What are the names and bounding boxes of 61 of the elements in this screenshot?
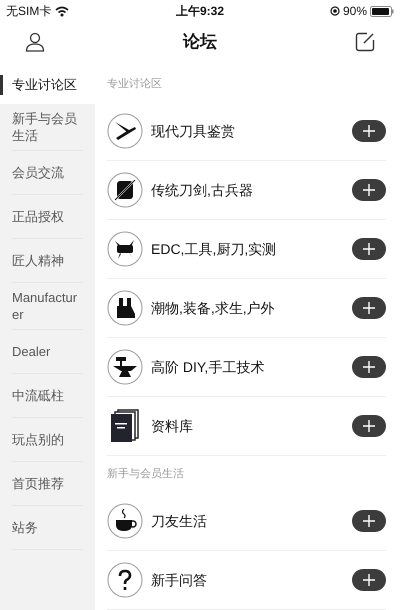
compose-icon — [355, 32, 375, 52]
forum-row[interactable]: 刀友生活 — [107, 492, 386, 551]
carrier-text: 无SIM卡 — [6, 3, 52, 20]
anvil-icon — [107, 349, 143, 385]
sidebar-item[interactable]: Dealer — [12, 330, 83, 374]
forum-name: 高阶 DIY,手工技术 — [151, 358, 266, 376]
page-title: 论坛 — [183, 31, 217, 54]
follow-button[interactable] — [352, 179, 386, 201]
coffee-cup-icon — [107, 503, 143, 539]
forum-row[interactable]: 潮物,装备,求生,户外 — [107, 279, 386, 338]
follow-button[interactable] — [352, 120, 386, 142]
books-icon — [110, 409, 140, 443]
follow-button[interactable] — [352, 569, 386, 591]
sidebar-item[interactable]: 中流砥柱 — [12, 374, 83, 418]
follow-button[interactable] — [352, 297, 386, 319]
question-mark-icon — [107, 562, 143, 598]
plus-icon — [363, 184, 375, 196]
plus-icon — [363, 420, 375, 432]
section-title: 新手与会员生活 — [107, 466, 185, 482]
forum-row[interactable]: 新手问答 — [107, 551, 386, 610]
plus-icon — [363, 515, 375, 527]
forum-name: EDC,工具,厨刀,实测 — [151, 240, 278, 258]
section-title: 专业讨论区 — [107, 76, 163, 92]
sidebar-item[interactable]: 会员交流 — [12, 151, 83, 195]
sidebar-item[interactable]: 新手与会员生活 — [12, 104, 83, 151]
status-time: 上午9:32 — [176, 3, 224, 20]
battery-percent: 90% — [342, 3, 367, 20]
forum-name: 新手问答 — [151, 570, 208, 590]
folding-knife-icon — [107, 113, 143, 149]
sidebar-item[interactable]: 站务 — [12, 506, 83, 550]
orientation-lock-icon — [330, 6, 340, 16]
forum-name: 资料库 — [151, 416, 194, 436]
sidebar-item[interactable]: 专业讨论区 — [0, 66, 95, 104]
forum-name: 潮物,装备,求生,户外 — [151, 298, 276, 318]
sidebar-item[interactable]: Manufacturer — [12, 283, 83, 330]
forum-row[interactable]: 资料库 — [107, 397, 386, 456]
plus-icon — [363, 302, 375, 314]
forum-name: 现代刀具鉴赏 — [151, 122, 236, 140]
forum-name: 刀友生活 — [151, 512, 208, 530]
forum-row[interactable]: EDC,工具,厨刀,实测 — [107, 220, 386, 279]
plus-icon — [363, 243, 375, 255]
wifi-icon — [55, 6, 70, 16]
follow-button[interactable] — [352, 238, 386, 260]
plus-icon — [363, 361, 375, 373]
follow-button[interactable] — [352, 510, 386, 532]
sidebar-item[interactable]: 玩点别的 — [12, 418, 83, 462]
forum-row[interactable]: 现代刀具鉴赏 — [107, 102, 386, 161]
follow-button[interactable] — [352, 415, 386, 437]
sidebar-item[interactable]: 首页推荐 — [12, 462, 83, 506]
battery-icon — [370, 6, 394, 16]
forum-name: 传统刀剑,古兵器 — [151, 180, 254, 200]
compose-button[interactable] — [354, 31, 376, 53]
profile-button[interactable] — [24, 31, 46, 53]
user-icon — [25, 32, 45, 52]
plus-icon — [363, 125, 375, 137]
plus-icon — [363, 574, 375, 586]
follow-button[interactable] — [352, 356, 386, 378]
forum-row[interactable]: 高阶 DIY,手工技术 — [107, 338, 386, 397]
sidebar-item[interactable]: 正品授权 — [12, 195, 83, 239]
sidebar-item[interactable]: 匠人精神 — [12, 239, 83, 283]
forum-row[interactable]: 传统刀剑,古兵器 — [107, 161, 386, 220]
